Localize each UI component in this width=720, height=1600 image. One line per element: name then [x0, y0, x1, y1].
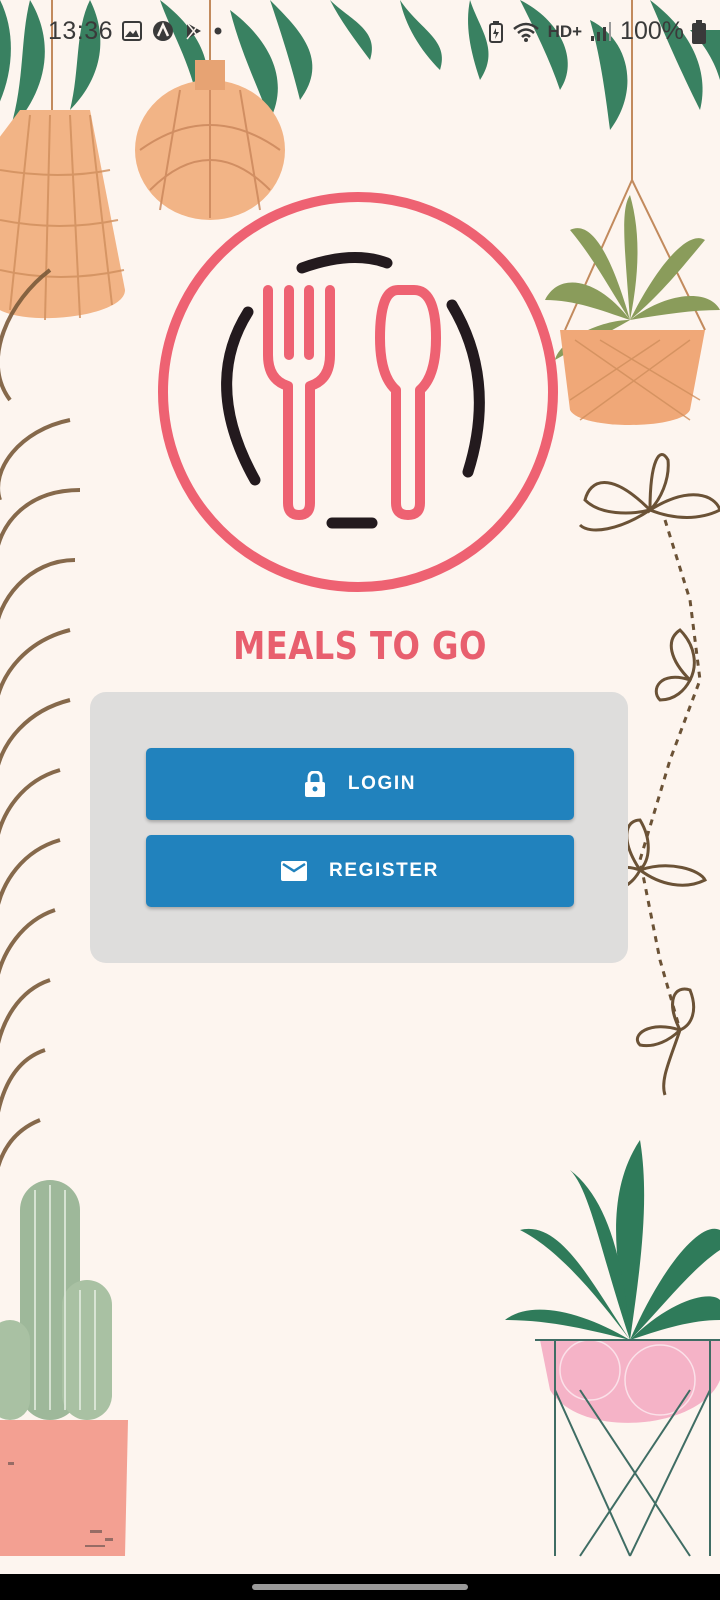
app-a-icon — [153, 21, 173, 41]
home-gesture-handle[interactable] — [252, 1584, 468, 1590]
notification-icons — [122, 20, 222, 42]
battery-icon — [692, 19, 706, 44]
mail-icon — [281, 861, 308, 881]
play-store-icon — [186, 22, 201, 40]
account-options-card: LOGIN REGISTER — [90, 692, 628, 963]
signal-icon — [591, 21, 612, 41]
more-notifications-icon — [214, 27, 222, 35]
battery-saver-icon — [488, 20, 503, 43]
register-button-label: REGISTER — [329, 860, 439, 881]
register-button[interactable]: REGISTER — [146, 835, 574, 907]
status-time: 13:36 — [48, 17, 114, 45]
lock-icon — [304, 771, 326, 797]
app-title: MEALS TO GO — [233, 624, 487, 668]
wifi-icon — [512, 22, 539, 42]
system-icons: HD+ 100% — [488, 17, 706, 46]
login-button[interactable]: LOGIN — [146, 748, 574, 820]
fork-spoon-plate-icon — [158, 192, 558, 592]
battery-level: 100% — [620, 17, 684, 45]
network-type: HD+ — [547, 21, 583, 41]
account-screen: 13:36 HD+ 100% MEALS TO GO LOGIN REGISTE… — [0, 0, 720, 1574]
login-button-label: LOGIN — [347, 773, 417, 794]
navigation-bar — [0, 1574, 720, 1600]
status-bar: 13:36 HD+ 100% — [0, 0, 720, 64]
gallery-icon — [122, 21, 142, 41]
